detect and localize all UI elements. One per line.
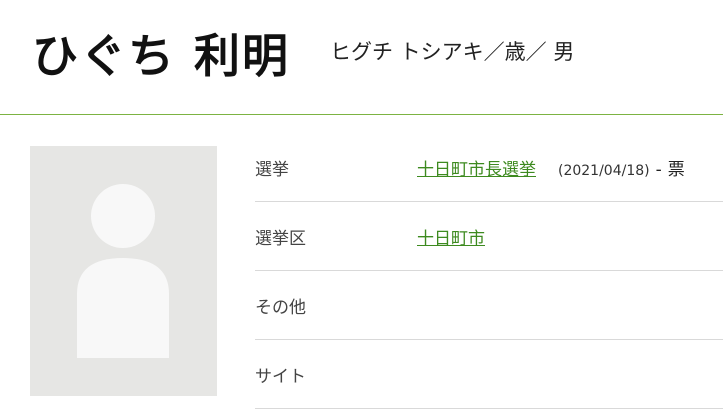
election-votes: 票 (667, 160, 685, 180)
candidate-profile-page: ひぐち 利明 ヒグチ トシアキ／歳／ 男 選挙 十日町市長選挙 (2021/04/… (0, 0, 723, 413)
election-date: (2021/04/18) (558, 163, 650, 179)
site-label: サイト (255, 367, 306, 387)
election-dash: - (655, 160, 662, 180)
details-table: 選挙 十日町市長選挙 (2021/04/18) - 票 選挙区 十日町市 その他 サイ… (255, 133, 723, 409)
row-district: 選挙区 十日町市 (255, 202, 723, 271)
row-other: その他 (255, 271, 723, 340)
district-label: 選挙区 (255, 229, 306, 249)
candidate-subtitle: ヒグチ トシアキ／歳／ 男 (330, 40, 575, 64)
candidate-name: ひぐち 利明 (32, 29, 291, 83)
row-site: サイト (255, 340, 723, 409)
district-link[interactable]: 十日町市 (417, 229, 485, 249)
row-election: 選挙 十日町市長選挙 (2021/04/18) - 票 (255, 133, 723, 202)
person-silhouette-icon (77, 184, 169, 358)
election-label: 選挙 (255, 160, 289, 180)
avatar (30, 146, 217, 396)
election-value: 十日町市長選挙 (2021/04/18) - 票 (417, 155, 685, 180)
district-value: 十日町市 (417, 224, 485, 249)
profile-header: ひぐち 利明 ヒグチ トシアキ／歳／ 男 (0, 0, 723, 115)
other-label: その他 (255, 298, 306, 318)
election-link[interactable]: 十日町市長選挙 (417, 160, 536, 180)
